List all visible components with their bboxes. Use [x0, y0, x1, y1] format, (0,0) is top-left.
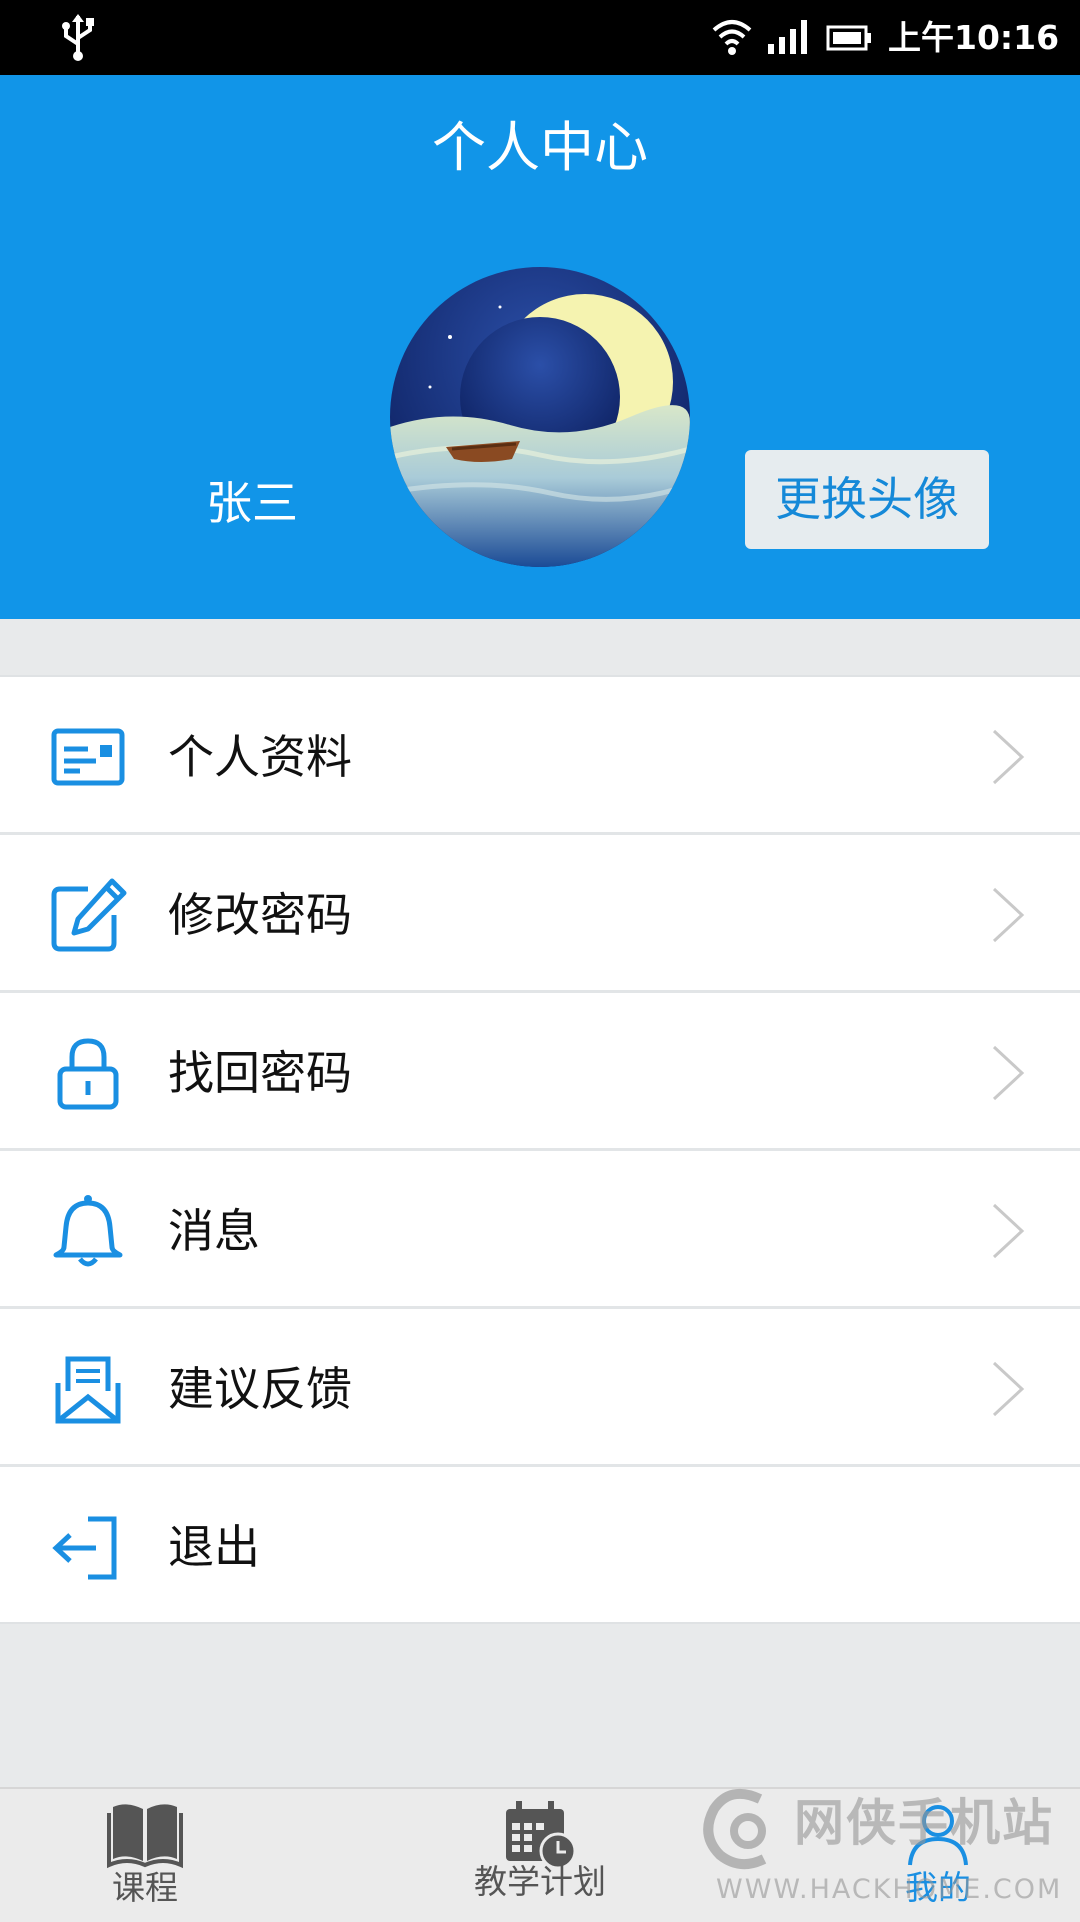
signal-icon	[768, 20, 807, 54]
avatar-moon-boat-image	[390, 267, 690, 567]
battery-icon	[826, 25, 871, 51]
calendar-clock-icon	[506, 1801, 577, 1869]
tab-label: 我的	[905, 1868, 971, 1907]
settings-menu: 个人资料 修改密码 找回密码 消息 建议反馈 退出	[0, 675, 1080, 1624]
menu-item-label: 修改密码	[168, 888, 352, 942]
logout-icon	[48, 1507, 128, 1587]
menu-item-label: 找回密码	[168, 1046, 352, 1100]
status-bar: 上午10:16	[0, 0, 1080, 75]
chevron-right-icon	[992, 1361, 1025, 1417]
menu-item-label: 消息	[168, 1204, 260, 1258]
tab-teaching-plan[interactable]: 教学计划	[460, 1789, 620, 1922]
menu-item-feedback[interactable]: 建议反馈	[0, 1309, 1080, 1467]
feedback-mail-icon	[48, 1349, 128, 1429]
menu-item-profile[interactable]: 个人资料	[0, 677, 1080, 835]
menu-item-messages[interactable]: 消息	[0, 1151, 1080, 1309]
menu-item-label: 个人资料	[168, 730, 352, 784]
menu-item-change-password[interactable]: 修改密码	[0, 835, 1080, 993]
lock-icon	[48, 1033, 128, 1113]
edit-icon	[48, 875, 128, 955]
change-avatar-button[interactable]: 更换头像	[745, 450, 989, 549]
page-title: 个人中心	[432, 116, 648, 179]
tab-mine[interactable]: 我的	[878, 1789, 998, 1922]
wifi-icon	[712, 20, 752, 55]
user-icon	[908, 1805, 968, 1866]
chevron-right-icon	[992, 729, 1025, 785]
avatar[interactable]	[390, 267, 690, 567]
chevron-right-icon	[992, 1045, 1025, 1101]
profile-header: 个人中心 张三 更换头像	[0, 75, 1080, 619]
tab-label: 教学计划	[474, 1862, 606, 1901]
status-clock: 上午10:16	[888, 18, 1060, 57]
username: 张三	[206, 476, 298, 530]
menu-item-logout[interactable]: 退出	[0, 1467, 1080, 1622]
menu-item-label: 建议反馈	[168, 1362, 352, 1416]
bottom-nav: 课程 教学计划 我的	[0, 1787, 1080, 1922]
book-icon	[107, 1804, 183, 1869]
profile-card-icon	[48, 717, 128, 797]
bell-icon	[48, 1191, 128, 1271]
menu-item-label: 退出	[168, 1520, 260, 1574]
tab-courses[interactable]: 课程	[85, 1789, 205, 1922]
tab-label: 课程	[112, 1868, 178, 1907]
chevron-right-icon	[992, 1203, 1025, 1259]
chevron-right-icon	[992, 887, 1025, 943]
usb-icon	[62, 14, 94, 61]
menu-item-recover-password[interactable]: 找回密码	[0, 993, 1080, 1151]
